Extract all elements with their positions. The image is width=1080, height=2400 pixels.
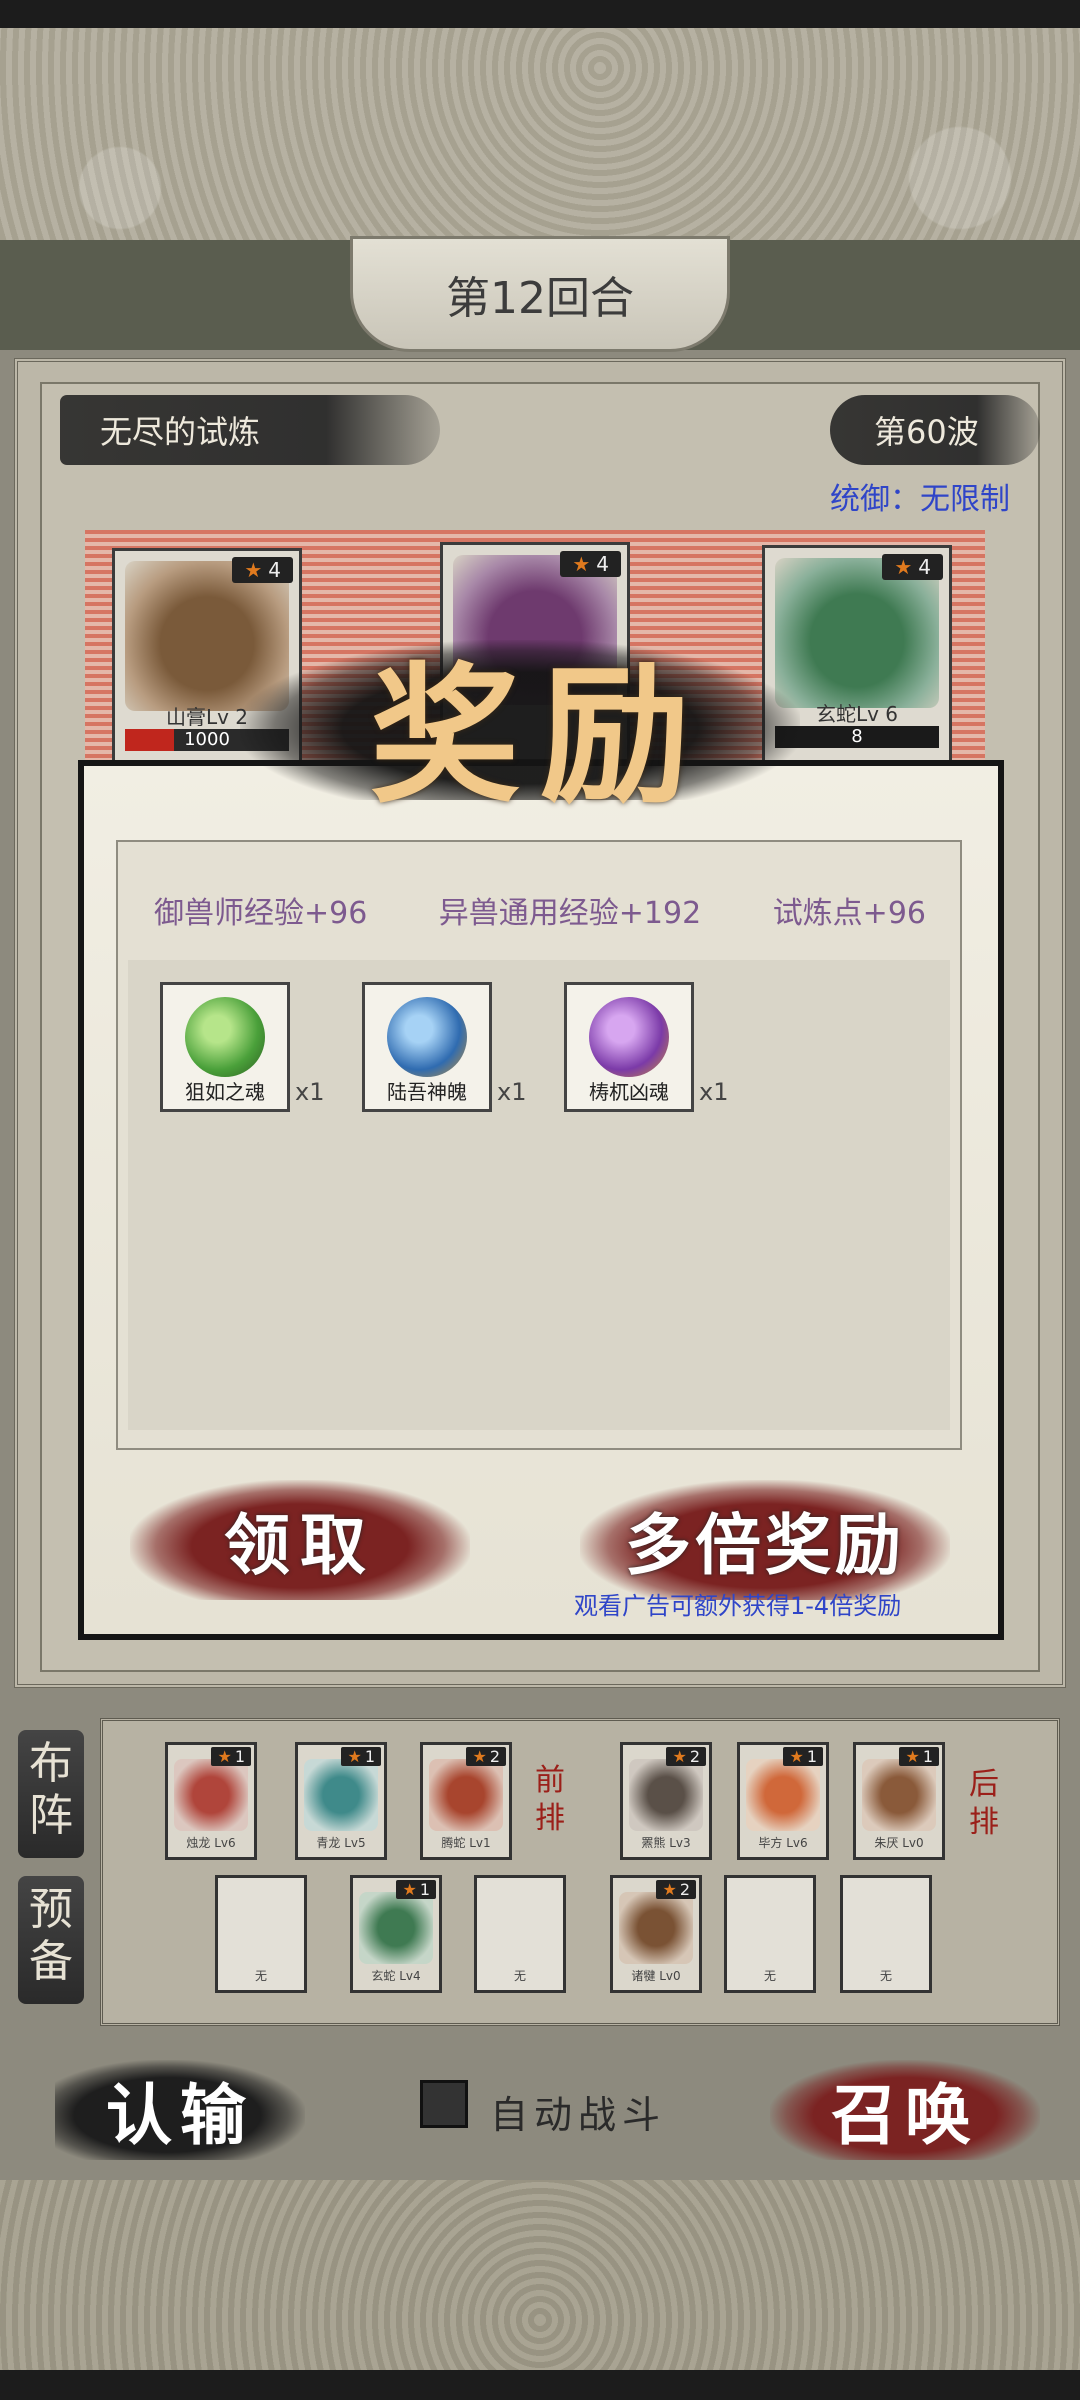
unit-portrait [359,1892,433,1964]
reward-title: 奖励 [370,648,711,824]
tab-reserve[interactable]: 预备 [18,1876,84,2004]
unit-name: 无 [254,1969,267,1983]
star-badge: ★ 1 [899,1747,939,1766]
unit-name: 玄蛇 Lv4 [371,1969,421,1983]
unit-card[interactable]: ★ 1 青龙 Lv5 [295,1742,387,1860]
star-badge: ★ 2 [666,1747,706,1766]
star-icon: ★ [789,1747,804,1766]
front-row-label: 前排 [535,1763,565,1836]
claim-button[interactable]: 领取 [130,1480,470,1600]
reward-item[interactable]: 狙如之魂 [160,982,290,1112]
reserve-slot[interactable]: 无 [474,1875,566,1993]
ad-hint: 观看广告可额外获得1-4倍奖励 [574,1592,902,1620]
unit-name: 朱厌 Lv0 [874,1836,924,1850]
reward-stats: 御兽师经验+96 异兽通用经验+192 试炼点+96 [130,860,950,960]
star-badge: ★ 2 [656,1880,696,1899]
unit-name: 罴熊 Lv3 [641,1836,691,1850]
unit-card[interactable]: ★ 1 烛龙 Lv6 [165,1742,257,1860]
item-name: 陆吾神魄 [387,1080,467,1104]
unit-name: 青龙 Lv5 [316,1836,366,1850]
star-badge: ★ 1 [211,1747,251,1766]
star-icon: ★ [572,552,591,576]
reserve-slot[interactable]: 无 [724,1875,816,1993]
star-icon: ★ [662,1880,677,1899]
round-plate: 第12回合 [350,236,730,352]
reserve-slot[interactable]: ★ 1 玄蛇 Lv4 [350,1875,442,1993]
surrender-button[interactable]: 认输 [55,2060,305,2160]
trial-name: 无尽的试炼 [100,413,261,451]
stat-tamer-exp: 御兽师经验+96 [154,896,368,931]
round-title: 第12回合 [446,273,634,324]
unit-portrait [619,1892,693,1964]
wave-tag: 第60波 [830,395,1040,465]
star-badge: ★ 1 [396,1880,436,1899]
unit-card[interactable]: ★ 2 腾蛇 Lv1 [420,1742,512,1860]
star-badge: ★ 4 [560,551,621,577]
star-badge: ★ 1 [783,1747,823,1766]
unit-portrait [304,1759,378,1831]
summon-button[interactable]: 召唤 [770,2060,1040,2160]
unit-portrait [746,1759,820,1831]
cloud-decoration-bottom [0,2180,1080,2380]
unit-card[interactable]: ★ 1 朱厌 Lv0 [853,1742,945,1860]
trial-name-tag: 无尽的试炼 [60,395,440,465]
spirit-orb-icon [387,997,467,1077]
unit-portrait [862,1759,936,1831]
cloud-decoration-top [0,28,1080,258]
reward-item[interactable]: 梼杌凶魂 [564,982,694,1112]
item-quantity: x1 [699,1078,729,1106]
star-icon: ★ [347,1747,362,1766]
star-icon: ★ [472,1747,487,1766]
command-limit: 统御：无限制 [830,482,1010,517]
star-icon: ★ [402,1880,417,1899]
unit-portrait [629,1759,703,1831]
unit-name: 毕方 Lv6 [758,1836,808,1850]
unit-name: 无 [513,1969,526,1983]
unit-name: 烛龙 Lv6 [186,1836,236,1850]
star-badge: ★ 4 [232,557,293,583]
multiply-reward-button[interactable]: 多倍奖励 [580,1480,950,1600]
star-icon: ★ [905,1747,920,1766]
unit-portrait [429,1759,503,1831]
star-icon: ★ [894,555,913,579]
stat-trial-points: 试炼点+96 [772,896,926,931]
unit-name: 无 [879,1969,892,1983]
reserve-slot[interactable]: 无 [215,1875,307,1993]
star-badge: ★ 4 [882,554,943,580]
reward-item[interactable]: 陆吾神魄 [362,982,492,1112]
unit-name: 腾蛇 Lv1 [441,1836,491,1850]
fiend-orb-icon [589,997,669,1077]
star-badge: ★ 1 [341,1747,381,1766]
unit-name: 无 [763,1969,776,1983]
tab-lineup[interactable]: 布阵 [18,1730,84,1858]
star-icon: ★ [672,1747,687,1766]
soul-orb-icon [185,997,265,1077]
unit-card[interactable]: ★ 2 罴熊 Lv3 [620,1742,712,1860]
star-icon: ★ [217,1747,232,1766]
star-icon: ★ [244,558,263,582]
item-name: 狙如之魂 [185,1080,265,1104]
stat-beast-exp: 异兽通用经验+192 [438,896,702,931]
item-quantity: x1 [295,1078,325,1106]
item-quantity: x1 [497,1078,527,1106]
auto-battle-label: 自动战斗 [490,2093,667,2137]
auto-battle-checkbox[interactable] [420,2080,468,2128]
unit-name: 诸犍 Lv0 [631,1969,681,1983]
reserve-slot[interactable]: ★ 2 诸犍 Lv0 [610,1875,702,1993]
star-badge: ★ 2 [466,1747,506,1766]
reserve-slot[interactable]: 无 [840,1875,932,1993]
unit-portrait [174,1759,248,1831]
back-row-label: 后排 [969,1767,999,1840]
wave-number: 第60波 [874,413,979,451]
status-bar [0,0,1080,28]
item-name: 梼杌凶魂 [589,1080,669,1104]
unit-card[interactable]: ★ 1 毕方 Lv6 [737,1742,829,1860]
navigation-bar [0,2370,1080,2400]
